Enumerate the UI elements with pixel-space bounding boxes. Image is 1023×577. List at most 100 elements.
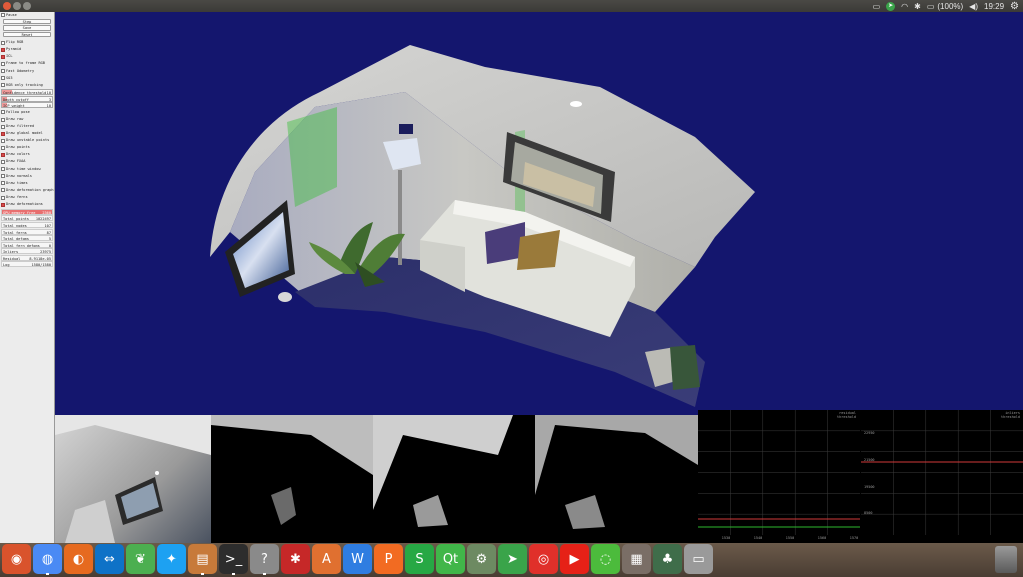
stat-row: Total defoms 5 [1, 235, 53, 242]
option-checkbox[interactable] [1, 110, 5, 115]
settings-icon[interactable]: ✱ [281, 544, 310, 574]
option-row[interactable]: Draw time window [0, 166, 54, 173]
telegram-tray-icon[interactable]: ➤ [886, 1, 896, 11]
chrome-icon[interactable]: ◍ [33, 544, 62, 575]
option-label: Draw unstable points [6, 138, 50, 143]
parameter-slider[interactable]: Depth cutoff 3 [1, 95, 53, 102]
depth-view-3[interactable] [535, 415, 698, 543]
option-checkbox[interactable] [1, 124, 5, 129]
volume-icon[interactable]: ◀) [969, 2, 978, 11]
youtube-icon[interactable]: ▶ [560, 544, 589, 574]
option-label: Draw global model [6, 131, 43, 136]
option-checkbox[interactable] [1, 40, 5, 45]
option-checkbox[interactable] [1, 138, 5, 143]
step-button[interactable]: Step [3, 19, 51, 25]
pause-checkbox[interactable] [1, 13, 5, 17]
teamviewer-icon[interactable]: ⇔ [95, 544, 124, 574]
clock[interactable]: 19:29 [984, 2, 1004, 11]
option-row[interactable]: Draw filtered [0, 123, 54, 130]
option-label: ICL [6, 54, 13, 59]
option-checkbox[interactable] [1, 83, 5, 88]
option-checkbox[interactable] [1, 167, 5, 172]
option-row[interactable]: Draw FXAA [0, 158, 54, 165]
option-checkbox[interactable] [1, 47, 5, 52]
graph-y-tick-label: 19500 [864, 485, 875, 489]
telegram-icon[interactable]: ➤ [498, 544, 527, 574]
option-row[interactable]: SO3 [0, 75, 54, 82]
option-checkbox[interactable] [1, 181, 5, 186]
weibo-icon[interactable]: ◎ [529, 544, 558, 574]
option-row[interactable]: Flip RGB [0, 39, 54, 46]
option-row[interactable]: Draw normals [0, 173, 54, 180]
leaf-icon[interactable]: ❦ [126, 544, 155, 574]
option-checkbox[interactable] [1, 69, 5, 74]
stat-row: Total fern defoms 0 [1, 241, 53, 248]
option-row[interactable]: Draw deformation graph [0, 187, 54, 194]
option-row[interactable]: Draw ferns [0, 194, 54, 201]
close-window-button[interactable] [3, 2, 11, 10]
option-row[interactable]: Draw global model [0, 130, 54, 137]
pause-checkbox-row[interactable]: Pause [0, 12, 54, 18]
option-label: Draw normals [6, 173, 32, 178]
option-label: Draw points [6, 145, 30, 150]
wps-presentation-icon[interactable]: P [374, 544, 403, 574]
evernote-icon[interactable]: ♣ [653, 544, 682, 574]
option-checkbox[interactable] [1, 188, 5, 193]
keyboard-icon[interactable]: ▭ [873, 2, 881, 11]
terminal-icon[interactable]: >_ [219, 544, 248, 575]
option-checkbox[interactable] [1, 117, 5, 122]
option-checkbox[interactable] [1, 145, 5, 150]
option-row[interactable]: Draw times [0, 180, 54, 187]
option-row[interactable]: Draw raw [0, 116, 54, 123]
wifi-icon[interactable]: ◠ [901, 2, 908, 11]
option-row[interactable]: ICL [0, 53, 54, 60]
depth-view-1[interactable] [211, 415, 373, 543]
depth-view-2[interactable] [373, 415, 535, 543]
files-icon[interactable]: ▤ [188, 544, 217, 575]
option-checkbox[interactable] [1, 202, 5, 207]
drive-icon[interactable]: ▭ [684, 544, 713, 574]
option-row[interactable]: Frame to frame RGB [0, 60, 54, 67]
reset-button[interactable]: Reset [3, 31, 51, 38]
option-row[interactable]: Draw colors [0, 151, 54, 158]
reconstruction-3d-view[interactable] [55, 12, 1023, 415]
ubuntu-icon[interactable]: ◉ [2, 544, 31, 574]
minimize-window-button[interactable] [13, 2, 21, 10]
firefox-icon[interactable]: ◐ [64, 544, 93, 574]
bluetooth-icon[interactable]: ✱ [914, 2, 921, 11]
option-checkbox[interactable] [1, 54, 5, 59]
option-row[interactable]: Fast Odometry [0, 68, 54, 75]
gear-icon[interactable]: ⚙ [1010, 1, 1019, 12]
option-row[interactable]: Draw unstable points [0, 137, 54, 144]
option-checkbox[interactable] [1, 76, 5, 81]
pause-label: Pause [6, 13, 17, 17]
rgb-camera-view[interactable] [55, 415, 211, 543]
maximize-window-button[interactable] [23, 2, 31, 10]
option-row[interactable]: Draw points [0, 144, 54, 151]
option-row[interactable]: Draw deformations [0, 201, 54, 208]
software-center-icon[interactable]: A [312, 544, 341, 574]
wechat-icon[interactable]: ◌ [591, 544, 620, 574]
parameter-slider[interactable]: ICP weight 10 [1, 102, 53, 109]
option-checkbox[interactable] [1, 160, 5, 165]
workspace-icon[interactable]: ▦ [622, 544, 651, 574]
option-row[interactable]: Follow pose [0, 109, 54, 116]
option-checkbox[interactable] [1, 131, 5, 136]
stat-row: Total ferns 87 [1, 228, 53, 235]
trash-icon[interactable] [995, 546, 1017, 573]
qt-creator-icon[interactable]: Qt [436, 544, 465, 574]
twitter-icon[interactable]: ✦ [157, 544, 186, 574]
option-checkbox[interactable] [1, 62, 5, 67]
parameter-slider[interactable]: Confidence threshold 10 [1, 89, 53, 96]
battery-indicator[interactable]: ▭ (100%) [927, 2, 963, 11]
wps-spreadsheet-icon[interactable]: S [405, 544, 434, 574]
option-row[interactable]: RGB only tracking [0, 82, 54, 89]
wps-writer-icon[interactable]: W [343, 544, 372, 574]
save-button[interactable]: Save [3, 25, 51, 31]
option-row[interactable]: Pyramid [0, 46, 54, 53]
help-icon[interactable]: ? [250, 544, 279, 575]
option-checkbox[interactable] [1, 195, 5, 200]
system-settings-icon[interactable]: ⚙ [467, 544, 496, 574]
option-checkbox[interactable] [1, 152, 5, 157]
option-checkbox[interactable] [1, 174, 5, 179]
